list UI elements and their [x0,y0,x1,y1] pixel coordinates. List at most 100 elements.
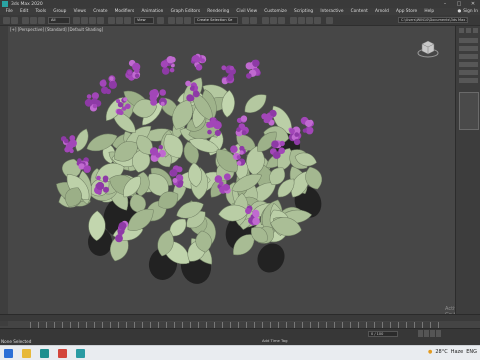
rect-select-icon[interactable] [89,17,96,24]
add-time-tag-button[interactable]: Add Time Tag [262,338,287,343]
modify-tab-icon[interactable] [466,28,471,33]
chrome-icon[interactable] [58,349,67,358]
window-title: 3ds Max 2020 [11,1,43,7]
align-icon[interactable] [250,17,257,24]
pivot-icon[interactable] [157,17,164,24]
menu-graph-editors[interactable]: Graph Editors [167,9,204,14]
menu-content[interactable]: Content [347,9,371,14]
hierarchy-tab-icon[interactable] [473,28,478,33]
title-bar: 3ds Max 2020 – □ ✕ [0,0,480,8]
menu-group[interactable]: Group [50,9,70,14]
command-row[interactable] [459,70,478,75]
explorer-icon[interactable] [22,349,31,358]
named-selection-dropdown[interactable]: Create Selection Se [194,17,238,24]
layer-icon[interactable] [262,17,269,24]
menu-arnold[interactable]: Arnold [371,9,392,14]
frame-counter[interactable]: 0 / 100 [368,331,398,337]
menu-file[interactable]: File [2,9,16,14]
settings-icon[interactable] [76,349,85,358]
menu-civil-view[interactable]: Civil View [233,9,261,14]
menu-help[interactable]: Help [421,9,438,14]
menu-interactive[interactable]: Interactive [317,9,347,14]
command-row[interactable] [459,62,478,67]
window-controls: – □ ✕ [438,0,480,8]
selection-filter-dropdown[interactable]: All [48,17,70,24]
arnold-icon[interactable] [326,17,333,24]
bind-icon[interactable] [38,17,45,24]
flower-spike [99,75,117,95]
command-row[interactable] [459,78,478,83]
material-editor-icon[interactable] [290,17,297,24]
next-frame-icon[interactable] [430,330,435,337]
render-frame-icon[interactable] [306,17,313,24]
schematic-icon[interactable] [278,17,285,24]
flower-spike [160,56,176,75]
plant-model[interactable] [8,26,455,314]
max-icon[interactable] [40,349,49,358]
max-logo-icon [2,1,8,7]
rotate-icon[interactable] [116,17,123,24]
command-row[interactable] [459,46,478,51]
menu-app-store[interactable]: App Store [392,9,420,14]
user-icon: ● [457,9,462,14]
create-tab-icon[interactable] [459,28,464,33]
menu-customize[interactable]: Customize [261,9,291,14]
percent-snap-icon[interactable] [184,17,191,24]
select-icon[interactable] [73,17,80,24]
weather-icon: ● [427,349,433,355]
render-setup-icon[interactable] [298,17,305,24]
command-row[interactable] [459,54,478,59]
window-crossing-icon[interactable] [97,17,104,24]
scale-icon[interactable] [124,17,131,24]
reference-coord-dropdown[interactable]: View [134,17,154,24]
leaf [244,94,267,113]
undo-icon[interactable] [3,17,10,24]
link-icon[interactable] [22,17,29,24]
move-icon[interactable] [108,17,115,24]
flower-spike [190,53,207,71]
redo-icon[interactable] [11,17,18,24]
close-button[interactable]: ✕ [466,0,480,8]
workspace-path[interactable]: C:\Users\WIN10\Documents\3ds Max 2020 [398,17,468,23]
flower-spike [125,59,141,81]
selection-status: None Selected [1,339,32,344]
menu-modifiers[interactable]: Modifiers [111,9,138,14]
menu-views[interactable]: Views [70,9,90,14]
playback-controls [418,330,442,337]
menu-rendering[interactable]: Rendering [204,9,233,14]
mirror-icon[interactable] [242,17,249,24]
curve-editor-icon[interactable] [270,17,277,24]
flower-spike [245,59,261,79]
angle-snap-icon[interactable] [176,17,183,24]
menu-tools[interactable]: Tools [32,9,50,14]
menu-animation[interactable]: Animation [138,9,167,14]
minimize-button[interactable]: – [438,0,452,8]
menu-create[interactable]: Create [90,9,111,14]
app-window: 3ds Max 2020 – □ ✕ File Edit Tools Group… [0,0,480,360]
select-by-name-icon[interactable] [81,17,88,24]
flower-spike [84,92,102,112]
language-indicator[interactable]: ENG [466,349,477,355]
sign-in[interactable]: ● Sign In [458,8,478,15]
time-slider[interactable] [0,314,480,321]
flower-spike [235,115,249,137]
perspective-viewport[interactable]: [+] [Perspective] [Standard] [Default Sh… [8,26,455,314]
flower-spike [60,135,77,154]
render-icon[interactable] [314,17,321,24]
windows-taskbar: ● 28°C Haze ENG [0,345,480,360]
prev-frame-icon[interactable] [418,330,423,337]
viewcube-icon[interactable] [417,37,439,59]
command-row[interactable] [459,38,478,43]
system-tray: ● 28°C Haze ENG [428,349,477,355]
modifier-stack[interactable] [459,92,479,130]
menu-edit[interactable]: Edit [16,9,32,14]
unlink-icon[interactable] [30,17,37,24]
left-toolbar [0,26,8,326]
sign-in-label: Sign In [463,9,478,14]
windows-start-icon[interactable] [4,349,13,358]
maximize-button[interactable]: □ [452,0,466,8]
snap-icon[interactable] [168,17,175,24]
play-icon[interactable] [424,330,429,337]
menu-scripting[interactable]: Scripting [290,9,316,14]
end-icon[interactable] [436,330,441,337]
